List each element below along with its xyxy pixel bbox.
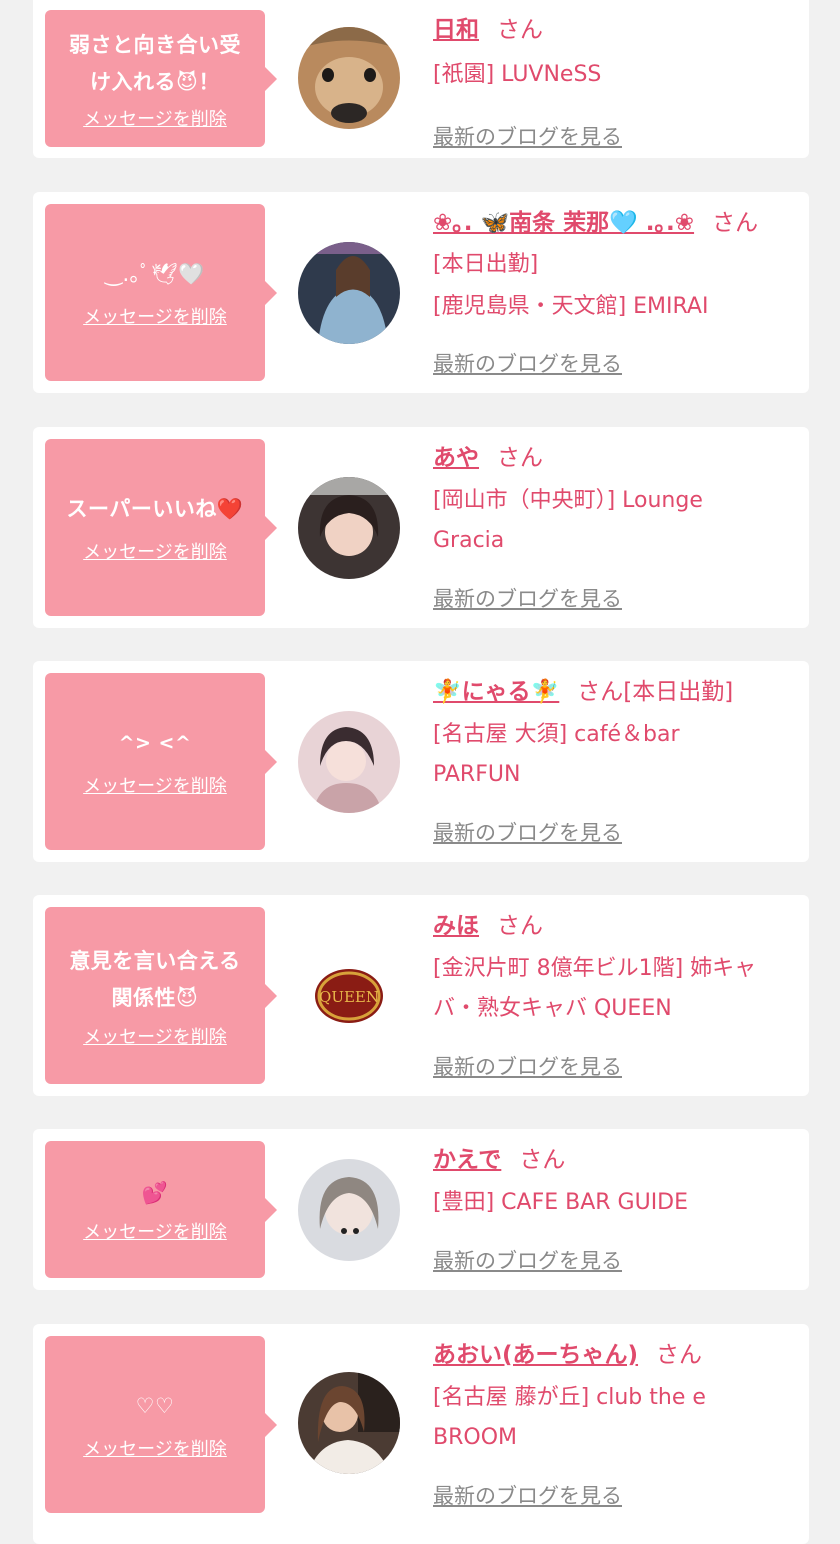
- message-text: 💕: [141, 1181, 169, 1205]
- latest-blog-link[interactable]: 最新のブログを見る: [433, 1245, 622, 1275]
- shop-name: [岡山市（中央町）] Lounge Gracia: [433, 488, 703, 553]
- honorific: さん: [497, 445, 543, 471]
- honorific: さん: [497, 17, 543, 43]
- queen-logo-icon: QUEEN: [315, 969, 383, 1023]
- message-bubble: ^> <^ メッセージを削除: [45, 673, 277, 850]
- user-name-link[interactable]: ❀｡. 🦋南条 茉那🩵 .｡.❀: [433, 210, 694, 236]
- latest-blog-link[interactable]: 最新のブログを見る: [433, 817, 622, 847]
- honorific: さん: [497, 913, 543, 939]
- message-card: ^> <^ メッセージを削除 🧚にゃる🧚 さん[本日出勤] [名古屋 大須] ca…: [33, 661, 809, 862]
- avatar[interactable]: [298, 1372, 400, 1474]
- card-info: かえで さん [豊田] CAFE BAR GUIDE 最新のブログを見る: [433, 1140, 799, 1273]
- latest-blog-link[interactable]: 最新のブログを見る: [433, 583, 622, 613]
- delete-message-link[interactable]: メッセージを削除: [83, 303, 227, 329]
- message-card: 意見を言い合える 関係性😈 メッセージを削除 QUEEN みほ さん [金沢片町 8…: [33, 895, 809, 1096]
- svg-text:QUEEN: QUEEN: [319, 988, 379, 1006]
- honorific: さん[本日出勤]: [577, 679, 734, 705]
- latest-blog-link[interactable]: 最新のブログを見る: [433, 1480, 622, 1510]
- message-text: 弱さと向き合い受 け入れる😈！: [69, 32, 241, 94]
- delete-message-link[interactable]: メッセージを削除: [83, 538, 227, 564]
- shop-name: [祇園] LUVNeSS: [433, 62, 602, 87]
- message-text: ♡♡: [135, 1394, 175, 1418]
- latest-blog-link[interactable]: 最新のブログを見る: [433, 1051, 622, 1081]
- shop-name: [豊田] CAFE BAR GUIDE: [433, 1190, 689, 1215]
- delete-message-link[interactable]: メッセージを削除: [83, 1023, 227, 1049]
- avatar[interactable]: [298, 27, 400, 129]
- message-bubble: ♡♡ メッセージを削除: [45, 1336, 277, 1513]
- honorific: さん: [712, 210, 759, 236]
- avatar[interactable]: [298, 242, 400, 344]
- message-card: スーパーいいね❤️ メッセージを削除 あや さん [岡山市（中央町）] Loung…: [33, 427, 809, 628]
- card-info: 日和 さん [祇園] LUVNeSS 最新のブログを見る: [433, 10, 799, 149]
- avatar[interactable]: [298, 1159, 400, 1261]
- delete-message-link[interactable]: メッセージを削除: [83, 772, 227, 798]
- message-card: 弱さと向き合い受 け入れる😈！ メッセージを削除 日和 さん [祇園] LUVNeS…: [33, 0, 809, 158]
- message-text: 意見を言い合える 関係性😈: [69, 948, 241, 1010]
- woman-photo-icon: [298, 711, 400, 813]
- woman-photo-icon: [298, 1372, 400, 1474]
- shop-name: [名古屋 藤が丘] club the e BROOM: [433, 1385, 706, 1450]
- user-name-link[interactable]: かえで: [433, 1147, 501, 1173]
- message-bubble: 意見を言い合える 関係性😈 メッセージを削除: [45, 907, 277, 1084]
- woman-photo-icon: [298, 242, 400, 344]
- card-info: ❀｡. 🦋南条 茉那🩵 .｡.❀ さん [本日出勤] [鹿児島県・天文館] EMIR…: [433, 203, 799, 376]
- message-card: 💕 メッセージを削除 かえで さん [豊田] CAFE BAR GUIDE 最新の…: [33, 1129, 809, 1290]
- delete-message-link[interactable]: メッセージを削除: [83, 1435, 227, 1461]
- card-info: 🧚にゃる🧚 さん[本日出勤] [名古屋 大須] café＆bar PARFUN 最新…: [433, 672, 799, 845]
- shop-name: [金沢片町 8億年ビル1階] 姉キャ バ・熟女キャバ QUEEN: [433, 956, 757, 1021]
- latest-blog-link[interactable]: 最新のブログを見る: [433, 348, 622, 378]
- shop-name: [本日出勤] [鹿児島県・天文館] EMIRAI: [433, 252, 709, 319]
- delete-message-link[interactable]: メッセージを削除: [83, 1218, 227, 1244]
- avatar[interactable]: QUEEN: [298, 945, 400, 1047]
- message-text: スーパーいいね❤️: [66, 497, 244, 521]
- message-bubble: スーパーいいね❤️ メッセージを削除: [45, 439, 277, 616]
- message-bubble: ‿.｡ﾟ🕊🤍 メッセージを削除: [45, 204, 277, 381]
- honorific: さん: [519, 1147, 566, 1173]
- honorific: さん: [656, 1342, 703, 1368]
- message-text: ^> <^: [118, 732, 192, 754]
- message-card: ‿.｡ﾟ🕊🤍 メッセージを削除 ❀｡. 🦋南条 茉那🩵 .｡.❀ さん [本日出勤…: [33, 192, 809, 393]
- woman-photo-icon: [298, 1159, 400, 1261]
- user-name-link[interactable]: あや: [433, 445, 479, 471]
- delete-message-link[interactable]: メッセージを削除: [83, 105, 227, 131]
- shop-name: [名古屋 大須] café＆bar PARFUN: [433, 722, 680, 787]
- message-card: ♡♡ メッセージを削除 あおい(あーちゃん) さん [名古屋 藤が丘] club …: [33, 1324, 809, 1544]
- message-bubble: 弱さと向き合い受 け入れる😈！ メッセージを削除: [45, 10, 277, 147]
- avatar[interactable]: [298, 711, 400, 813]
- woman-photo-icon: [298, 477, 400, 579]
- user-name-link[interactable]: みほ: [433, 913, 479, 939]
- user-name-link[interactable]: 🧚にゃる🧚: [433, 679, 559, 705]
- message-bubble: 💕 メッセージを削除: [45, 1141, 277, 1278]
- message-text: ‿.｡ﾟ🕊🤍: [105, 262, 205, 286]
- user-name-link[interactable]: あおい(あーちゃん): [433, 1342, 638, 1368]
- card-info: みほ さん [金沢片町 8億年ビル1階] 姉キャ バ・熟女キャバ QUEEN 最新の…: [433, 906, 799, 1079]
- latest-blog-link[interactable]: 最新のブログを見る: [433, 121, 622, 151]
- user-name-link[interactable]: 日和: [433, 17, 479, 43]
- card-info: あおい(あーちゃん) さん [名古屋 藤が丘] club the e BROOM 最…: [433, 1335, 799, 1508]
- dog-photo-icon: [298, 27, 400, 129]
- avatar[interactable]: [298, 477, 400, 579]
- card-info: あや さん [岡山市（中央町）] Lounge Gracia 最新のブログを見る: [433, 438, 799, 611]
